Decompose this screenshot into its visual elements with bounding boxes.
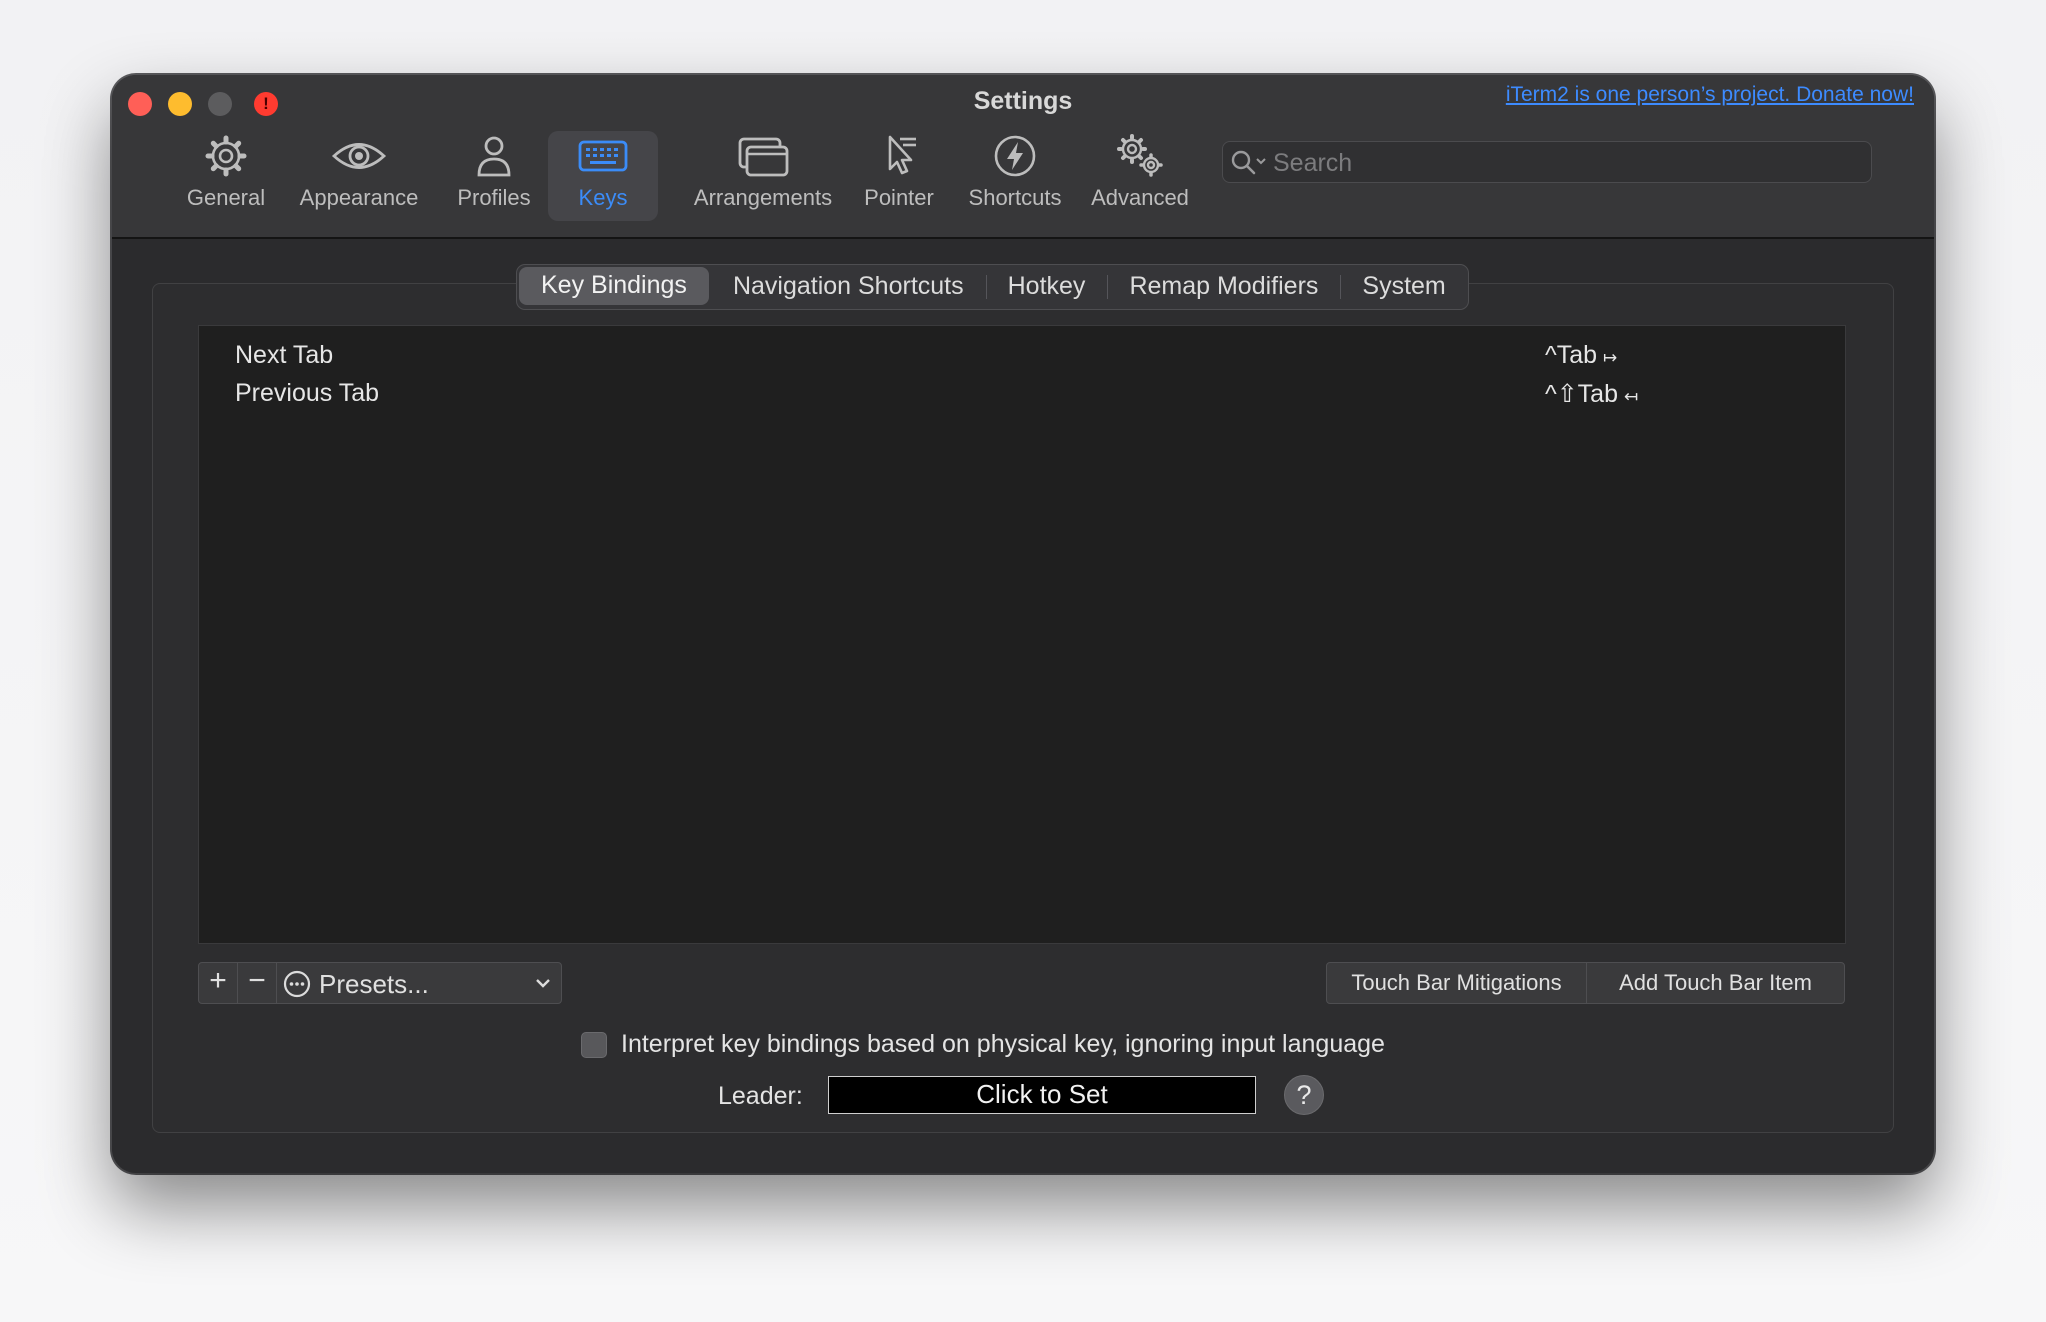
toolbar-label: Arrangements bbox=[693, 185, 833, 210]
add-binding-button[interactable]: + bbox=[198, 962, 238, 1004]
search-field[interactable] bbox=[1222, 141, 1872, 183]
toolbar-item-general[interactable]: General bbox=[174, 131, 278, 221]
help-button[interactable]: ? bbox=[1284, 1075, 1324, 1115]
toolbar-item-pointer[interactable]: Pointer bbox=[844, 131, 954, 221]
binding-keys-text: ^⇧Tab bbox=[1545, 380, 1618, 408]
toolbar-item-arrangements[interactable]: Arrangements bbox=[668, 131, 858, 221]
titlebar: ! Settings iTerm2 is one person’s projec… bbox=[112, 75, 1934, 239]
tab-remap-modifiers[interactable]: Remap Modifiers bbox=[1107, 265, 1340, 309]
gear-icon bbox=[174, 133, 278, 179]
binding-action: Next Tab bbox=[235, 341, 334, 369]
toolbar-label: Profiles bbox=[457, 185, 531, 210]
search-input[interactable] bbox=[1271, 146, 1855, 180]
toolbar-label: Appearance bbox=[299, 185, 419, 210]
leader-label: Leader: bbox=[718, 1082, 803, 1110]
toolbar-label: General bbox=[186, 185, 266, 210]
toolbar-item-advanced[interactable]: Advanced bbox=[1082, 131, 1198, 221]
touch-bar-mitigations-button[interactable]: Touch Bar Mitigations bbox=[1326, 962, 1587, 1004]
pointer-icon bbox=[844, 133, 954, 179]
presets-popup[interactable]: Presets... bbox=[276, 962, 562, 1004]
toolbar-item-profiles[interactable]: Profiles bbox=[444, 131, 544, 221]
table-row[interactable]: Previous Tab ^⇧Tab ↤ bbox=[199, 373, 1845, 411]
eye-icon bbox=[292, 133, 426, 179]
toolbar-item-shortcuts[interactable]: Shortcuts bbox=[954, 131, 1076, 221]
remove-binding-button[interactable]: − bbox=[237, 962, 277, 1004]
physical-key-label: Interpret key bindings based on physical… bbox=[621, 1030, 1385, 1058]
tab-left-arrow-icon: ↤ bbox=[1624, 387, 1639, 406]
tab-key-bindings[interactable]: Key Bindings bbox=[519, 267, 709, 305]
add-touch-bar-item-button[interactable]: Add Touch Bar Item bbox=[1586, 962, 1845, 1004]
tab-hotkey[interactable]: Hotkey bbox=[985, 265, 1108, 309]
settings-window: ! Settings iTerm2 is one person’s projec… bbox=[112, 75, 1934, 1173]
search-icon bbox=[1231, 150, 1271, 181]
keyboard-icon bbox=[548, 133, 658, 179]
toolbar-item-keys[interactable]: Keys bbox=[548, 131, 658, 221]
tab-right-arrow-icon: ↦ bbox=[1603, 348, 1618, 367]
binding-action: Previous Tab bbox=[235, 379, 380, 407]
person-icon bbox=[444, 133, 544, 179]
leader-shortcut-field[interactable]: Click to Set bbox=[828, 1076, 1256, 1114]
binding-keys: ^⇧Tab ↤ bbox=[1545, 379, 1638, 409]
binding-keys: ^Tab ↦ bbox=[1545, 341, 1617, 370]
bolt-icon bbox=[954, 133, 1076, 179]
chevron-down-icon bbox=[533, 973, 553, 998]
toolbar-label: Pointer bbox=[864, 185, 934, 210]
toolbar-label: Keys bbox=[578, 185, 628, 210]
tab-bar: Key Bindings Navigation Shortcuts Hotkey… bbox=[516, 264, 1469, 310]
key-bindings-list[interactable]: Next Tab ^Tab ↦ Previous Tab ^⇧Tab ↤ bbox=[198, 325, 1846, 944]
gears-icon bbox=[1082, 133, 1198, 179]
toolbar-label: Shortcuts bbox=[968, 185, 1062, 210]
tab-system[interactable]: System bbox=[1340, 265, 1467, 309]
toolbar-label: Advanced bbox=[1091, 185, 1189, 210]
tab-navigation-shortcuts[interactable]: Navigation Shortcuts bbox=[711, 265, 986, 309]
ellipsis-circle-icon bbox=[283, 970, 311, 1003]
toolbar-item-appearance[interactable]: Appearance bbox=[292, 131, 426, 221]
windows-icon bbox=[668, 133, 858, 179]
physical-key-checkbox[interactable] bbox=[581, 1032, 607, 1058]
table-row[interactable]: Next Tab ^Tab ↦ bbox=[199, 335, 1845, 373]
binding-keys-text: ^Tab bbox=[1545, 341, 1598, 369]
presets-label: Presets... bbox=[319, 969, 429, 999]
donate-link[interactable]: iTerm2 is one person’s project. Donate n… bbox=[1506, 83, 1914, 107]
